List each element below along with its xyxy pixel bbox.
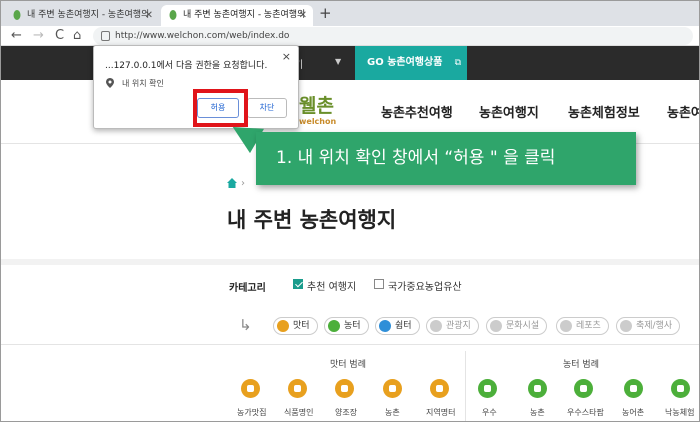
permission-location-label: 내 위치 확인	[122, 79, 164, 88]
rest-icon	[379, 320, 391, 332]
legend-item-label: 농어촌	[622, 408, 645, 417]
leaf-favicon-icon	[169, 10, 177, 20]
page-title: 내 주변 농촌여행지	[227, 208, 397, 232]
location-pin-icon	[106, 78, 114, 88]
close-icon[interactable]: ×	[282, 50, 291, 63]
filter-pill-taste[interactable]: 맛터	[273, 317, 318, 335]
url-text: http://www.welchon.com/web/index.do	[115, 31, 290, 41]
external-link-icon: ⧉	[454, 58, 461, 68]
farm-icon	[328, 320, 340, 332]
breadcrumb-separator: ›	[241, 178, 245, 189]
tutorial-callout: 1. 내 위치 확인 창에서 “허용 " 을 클릭	[256, 132, 636, 185]
legend-title-farm: 농터 범례	[563, 360, 599, 370]
menu-item-experience[interactable]: 농촌체험정보	[568, 102, 640, 121]
back-button[interactable]: ←	[11, 28, 22, 44]
legend-title-taste: 맛터 범례	[330, 360, 366, 370]
browser-toolbar: ← → C ⌂ http://www.welchon.com/web/index…	[1, 26, 699, 46]
checkbox-checked-icon[interactable]	[293, 279, 303, 289]
section-divider	[1, 259, 699, 265]
filter-label: 맛터	[293, 321, 310, 331]
star-farm-icon	[574, 379, 593, 398]
checkbox-unchecked-icon[interactable]	[374, 279, 384, 289]
filter-pill-festival[interactable]: 축제/행사	[616, 317, 681, 335]
culture-icon	[490, 320, 502, 332]
legend-item-label: 양조장	[335, 408, 358, 417]
filter-pill-culture[interactable]: 문화시설	[486, 317, 548, 335]
chevron-down-icon[interactable]: ▼	[335, 57, 341, 66]
filter-pill-leisure[interactable]: 레포츠	[556, 317, 609, 335]
leaf-favicon-icon	[13, 10, 21, 20]
browser-tab-active[interactable]: 내 주변 농촌여행지 - 농촌여행의 ✕	[161, 5, 313, 26]
site-info-icon[interactable]	[101, 31, 110, 41]
logo-subtext: welchon	[299, 117, 337, 126]
rural-food-icon	[383, 379, 402, 398]
permission-message: ...127.0.0.1에서 다음 권한을 요청합니다.	[105, 61, 268, 71]
festival-icon	[620, 320, 632, 332]
brewery-icon	[335, 379, 354, 398]
filter-label: 레포츠	[576, 321, 601, 331]
home-icon[interactable]	[227, 178, 237, 188]
screenshot-frame: 내 주변 농촌여행지 - 농촌여행의 ✕ 내 주변 농촌여행지 - 농촌여행의 …	[0, 0, 700, 422]
menu-item-destinations[interactable]: 농촌여행지	[479, 102, 539, 121]
checkbox-label: 추천 여행지	[307, 282, 357, 293]
rural-search-icon	[528, 379, 547, 398]
legend-item-label: 농촌	[530, 408, 545, 417]
logo-text: 웰촌	[299, 95, 334, 117]
close-tab-icon[interactable]: ✕	[299, 5, 307, 26]
legend-item-label: 우수스타팜	[567, 408, 604, 417]
legend-item-label: 지역명터	[426, 408, 456, 417]
go-product-label: GO 농촌여행상품	[367, 57, 443, 68]
farm-restaurant-icon	[241, 379, 260, 398]
checkbox-recommended[interactable]: 추천 여행지	[293, 278, 356, 293]
fishing-village-icon	[624, 379, 643, 398]
filter-pill-rest[interactable]: 쉼터	[375, 317, 420, 335]
filter-label: 농터	[344, 321, 361, 331]
legend-divider	[465, 351, 466, 421]
filter-label: 문화시설	[506, 321, 540, 331]
reload-button[interactable]: C	[55, 28, 64, 44]
local-place-icon	[430, 379, 449, 398]
filter-pill-farm[interactable]: 농터	[324, 317, 369, 335]
excellent-icon	[478, 379, 497, 398]
browser-tab-strip: 내 주변 농촌여행지 - 농촌여행의 ✕ 내 주변 농촌여행지 - 농촌여행의 …	[1, 1, 699, 26]
filter-label: 쉼터	[395, 321, 412, 331]
filter-label: 축제/행사	[636, 321, 673, 331]
food-master-icon	[288, 379, 307, 398]
menu-item-more[interactable]: 농촌여	[667, 102, 699, 121]
tab-title: 내 주변 농촌여행지 - 농촌여행의	[183, 10, 306, 20]
dairy-icon	[671, 379, 690, 398]
leisure-icon	[560, 320, 572, 332]
close-tab-icon[interactable]: ✕	[145, 5, 153, 26]
tab-title: 내 주변 농촌여행지 - 농촌여행의	[27, 10, 150, 20]
return-arrow-icon: ↳	[239, 316, 252, 334]
legend-item-label: 농가맛집	[237, 408, 267, 417]
taste-icon	[277, 320, 289, 332]
block-button[interactable]: 차단	[247, 98, 287, 118]
forward-button[interactable]: →	[33, 28, 44, 44]
legend-item-label: 낙농체험	[665, 408, 695, 417]
filter-pill-tourism[interactable]: 관광지	[426, 317, 479, 335]
browser-tab[interactable]: 내 주변 농촌여행지 - 농촌여행의 ✕	[5, 5, 159, 26]
address-bar[interactable]: http://www.welchon.com/web/index.do	[93, 27, 693, 45]
category-label: 카테고리	[229, 283, 266, 294]
legend-item-label: 식품명인	[284, 408, 314, 417]
legend-item-label: 우수	[482, 408, 497, 417]
checkbox-heritage[interactable]: 국가중요농업유산	[374, 278, 462, 293]
legend-item-label: 농촌	[385, 408, 400, 417]
tourism-icon	[430, 320, 442, 332]
checkbox-label: 국가중요농업유산	[388, 282, 462, 293]
new-tab-button[interactable]: +	[319, 4, 332, 22]
menu-item-recommended[interactable]: 농촌추천여행	[381, 102, 453, 121]
home-button[interactable]: ⌂	[73, 28, 81, 44]
go-product-button[interactable]: GO 농촌여행상품 ⧉	[355, 46, 467, 80]
site-logo[interactable]: 웰촌 welchon	[299, 91, 339, 131]
filter-label: 관광지	[446, 321, 471, 331]
